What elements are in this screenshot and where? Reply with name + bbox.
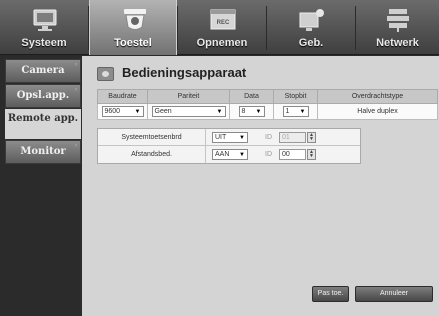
table-header-row: Baudrate Pariteit Data Stopbit Overdrach…: [97, 89, 438, 104]
select-value: 8: [241, 108, 246, 115]
tab-toestel[interactable]: Toestel: [89, 0, 177, 55]
chevron-down-icon: ▼: [255, 109, 262, 115]
option-label: Systeemtoetsenbrd: [98, 129, 206, 146]
chevron-down-icon: ▼: [239, 152, 245, 158]
tab-label: Netwerk: [376, 37, 419, 49]
sidebar-item-label: Monitor: [20, 146, 66, 157]
remote-options: Systeemtoetsenbrd UIT ▼ ID 01 ▲ ▼ Afstands…: [97, 128, 361, 164]
sidebar-item-remote-app[interactable]: Remote app.: [5, 109, 81, 139]
option-label: Afstandsbed.: [98, 146, 206, 163]
submenu-indicator-icon: ◦: [73, 85, 78, 94]
stepper-buttons[interactable]: ▲ ▼: [307, 132, 316, 143]
afstandsbed-select[interactable]: AAN ▼: [212, 149, 248, 160]
submenu-indicator-icon: ◦: [73, 60, 78, 69]
sidebar-item-label: Opsl.app.: [16, 90, 70, 101]
column-header: Stopbit: [273, 89, 318, 104]
chevron-down-icon: ▼: [299, 109, 306, 115]
tab-opnemen[interactable]: REC Opnemen: [178, 0, 266, 55]
sidebar-item-label: Remote app.: [7, 113, 79, 124]
select-value: 1: [285, 108, 290, 115]
overdrachtstype-value: Halve duplex: [317, 103, 438, 120]
id-value: 01: [279, 132, 306, 143]
tab-label: Geb.: [298, 37, 324, 49]
tab-geb[interactable]: Geb.: [267, 0, 355, 55]
column-header: Baudrate: [97, 89, 148, 104]
tab-netwerk[interactable]: Netwerk: [356, 0, 439, 55]
main-menu-bar: Systeem Toestel REC Opnemen Geb. Netwerk: [0, 0, 439, 55]
sidebar-item-opsl-app[interactable]: Opsl.app. ◦: [5, 84, 81, 108]
option-row-systeemtoetsenbrd: Systeemtoetsenbrd UIT ▼ ID 01 ▲ ▼: [98, 129, 360, 146]
column-header: Data: [229, 89, 274, 104]
data-cell: 8 ▼: [229, 103, 274, 120]
network-camera-icon: [298, 7, 326, 33]
stopbit-cell: 1 ▼: [273, 103, 318, 120]
table-row: 9600 ▼ Geen ▼ 8 ▼ 1 ▼ Halve duplex: [97, 103, 438, 120]
select-value: UIT: [215, 134, 227, 141]
sidebar-item-monitor[interactable]: Monitor ◦: [5, 140, 81, 164]
baudrate-cell: 9600 ▼: [97, 103, 148, 120]
id-label: ID: [265, 134, 272, 141]
select-value: Geen: [154, 108, 172, 115]
id-stepper[interactable]: 01 ▲ ▼: [279, 132, 316, 143]
svg-text:REC: REC: [217, 20, 230, 26]
stepper-buttons[interactable]: ▲ ▼: [307, 149, 316, 160]
network-icon: [384, 7, 412, 33]
systeemtoetsenbrd-select[interactable]: UIT ▼: [212, 132, 248, 143]
arrow-down-icon: ▼: [309, 153, 314, 159]
id-label: ID: [265, 151, 272, 158]
sidebar-item-label: Camera: [21, 65, 65, 76]
sidebar-item-camera[interactable]: Camera ◦: [5, 59, 81, 83]
pariteit-select[interactable]: Geen ▼: [151, 106, 226, 117]
baudrate-select[interactable]: 9600 ▼: [101, 106, 144, 117]
tab-label: Systeem: [21, 37, 67, 49]
tab-label: Opnemen: [196, 37, 248, 49]
id-value: 00: [279, 149, 306, 160]
cancel-button[interactable]: Annuleer: [355, 286, 433, 302]
chevron-down-icon: ▼: [134, 109, 141, 115]
camera-icon: [121, 7, 149, 33]
chevron-down-icon: ▼: [239, 135, 245, 141]
page-title: Bedieningsapparaat: [122, 65, 247, 80]
submenu-indicator-icon: ◦: [73, 141, 78, 150]
data-select[interactable]: 8 ▼: [238, 106, 265, 117]
pariteit-cell: Geen ▼: [147, 103, 230, 120]
arrow-down-icon: ▼: [309, 136, 314, 142]
tab-systeem[interactable]: Systeem: [0, 0, 88, 55]
chevron-down-icon: ▼: [216, 109, 223, 115]
option-row-afstandsbed: Afstandsbed. AAN ▼ ID 00 ▲ ▼: [98, 146, 360, 163]
rec-icon: REC: [209, 7, 237, 33]
column-header: Pariteit: [147, 89, 230, 104]
sidebar: Camera ◦ Opsl.app. ◦ Remote app. Monitor…: [0, 56, 82, 316]
serial-settings-table: Baudrate Pariteit Data Stopbit Overdrach…: [97, 89, 438, 120]
settings-panel: Bedieningsapparaat Baudrate Pariteit Dat…: [82, 56, 439, 316]
remote-icon: [97, 67, 114, 81]
apply-button[interactable]: Pas toe.: [312, 286, 349, 302]
column-header: Overdrachtstype: [317, 89, 438, 104]
select-value: 9600: [104, 108, 121, 115]
monitor-icon: [31, 7, 59, 33]
stopbit-select[interactable]: 1 ▼: [282, 106, 309, 117]
id-stepper[interactable]: 00 ▲ ▼: [279, 149, 316, 160]
tab-label: Toestel: [114, 37, 152, 49]
select-value: AAN: [215, 151, 230, 158]
